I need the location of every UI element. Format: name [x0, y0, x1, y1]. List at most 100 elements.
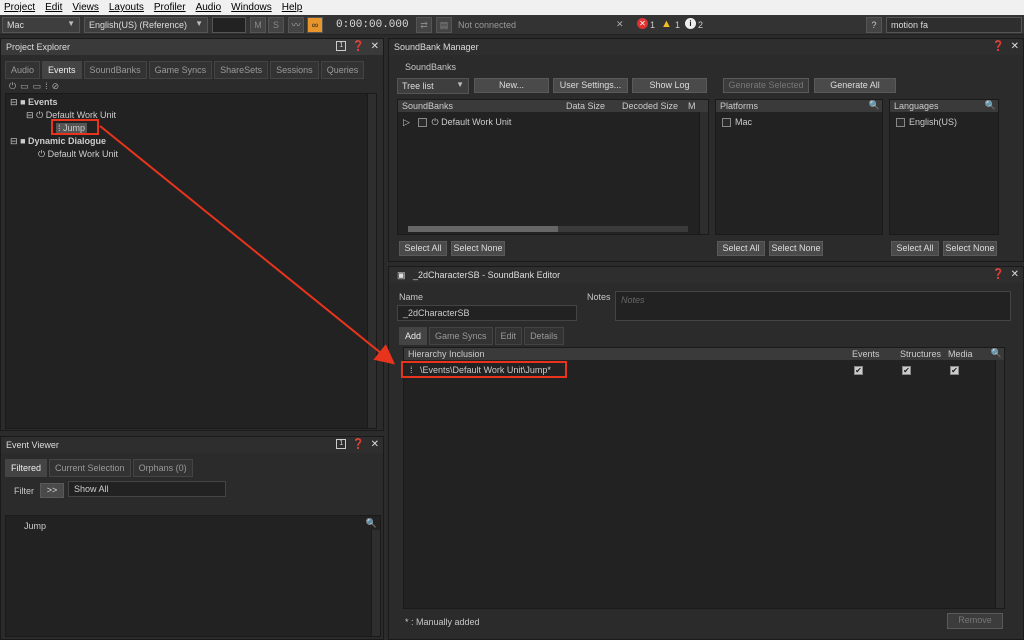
- col-soundbanks[interactable]: SoundBanks: [402, 101, 453, 111]
- scrollbar[interactable]: [995, 360, 1004, 608]
- languages-select-all-button[interactable]: Select All: [891, 241, 939, 256]
- tree-row-events[interactable]: ⊟ ■ Events: [10, 97, 58, 108]
- tab-audio[interactable]: Audio: [5, 61, 41, 79]
- collapse-icon[interactable]: ⊟: [26, 110, 34, 120]
- help-icon[interactable]: ❓: [352, 439, 364, 450]
- search-input[interactable]: motion fa: [886, 17, 1022, 33]
- menu-help[interactable]: Help: [282, 2, 303, 13]
- menu-views[interactable]: Views: [72, 2, 99, 13]
- h-scrollbar[interactable]: [408, 226, 688, 232]
- close-icon[interactable]: ✕: [1011, 41, 1019, 52]
- select-all-button[interactable]: Select All: [399, 241, 447, 256]
- folder-add-icon[interactable]: ▭: [33, 81, 42, 92]
- filter-select[interactable]: Show All: [68, 481, 226, 497]
- tree-row-work-unit-2[interactable]: ⏻ Default Work Unit: [38, 149, 118, 160]
- platforms-select-all-button[interactable]: Select All: [717, 241, 765, 256]
- delete-icon[interactable]: ⊘: [52, 81, 60, 92]
- language-select[interactable]: English(US) (Reference) ▼: [84, 17, 208, 33]
- close-icon[interactable]: ✕: [616, 19, 624, 30]
- search-icon[interactable]: 🔍: [366, 518, 377, 529]
- show-log-button[interactable]: Show Log: [632, 78, 707, 93]
- events-checkbox[interactable]: ✔: [854, 365, 867, 376]
- list-header[interactable]: Languages: [890, 100, 998, 112]
- info-icon[interactable]: i: [685, 18, 696, 29]
- filter-button[interactable]: >>: [40, 483, 64, 498]
- col-structures[interactable]: Structures: [900, 349, 941, 359]
- power-icon[interactable]: ⏻: [9, 81, 16, 92]
- menu-project[interactable]: Project: [4, 2, 35, 13]
- event-icon[interactable]: ⁞: [45, 81, 48, 92]
- tab-game-syncs[interactable]: Game Syncs: [148, 61, 213, 79]
- new-button[interactable]: New...: [474, 78, 549, 93]
- tab-events[interactable]: Events: [42, 61, 82, 79]
- tab-soundbanks[interactable]: SoundBanks: [83, 61, 147, 79]
- connect-icon[interactable]: ⇄: [416, 17, 432, 33]
- language-row[interactable]: English(US): [896, 117, 957, 128]
- error-icon[interactable]: ✕: [637, 18, 648, 29]
- search-icon[interactable]: 🔍: [869, 100, 880, 111]
- event-item-jump[interactable]: Jump: [24, 521, 46, 531]
- remove-button[interactable]: Remove: [947, 613, 1003, 629]
- col-media[interactable]: Media: [948, 349, 973, 359]
- help-icon[interactable]: ❓: [992, 269, 1004, 280]
- media-checkbox[interactable]: ✔: [950, 365, 963, 376]
- platform-select[interactable]: Mac ▼: [2, 17, 80, 33]
- list-header[interactable]: Platforms: [716, 100, 882, 112]
- col-m[interactable]: M: [688, 101, 696, 111]
- help-icon[interactable]: ❓: [352, 41, 364, 52]
- tab-edit[interactable]: Edit: [494, 327, 523, 345]
- languages-select-none-button[interactable]: Select None: [943, 241, 997, 256]
- help-icon[interactable]: ❓: [992, 41, 1004, 52]
- tab-filtered[interactable]: Filtered: [5, 459, 48, 477]
- col-decoded-size[interactable]: Decoded Size: [622, 101, 678, 111]
- close-icon[interactable]: ✕: [1011, 269, 1019, 280]
- tab-orphans[interactable]: Orphans (0): [132, 459, 193, 477]
- soundbank-row[interactable]: ▷ ⏻ Default Work Unit: [403, 117, 511, 128]
- menu-windows[interactable]: Windows: [231, 2, 272, 13]
- tab-details[interactable]: Details: [524, 327, 564, 345]
- graph-icon[interactable]: 〰: [288, 17, 304, 33]
- close-icon[interactable]: ✕: [371, 439, 379, 450]
- user-settings-button[interactable]: User Settings...: [553, 78, 628, 93]
- search-icon[interactable]: 🔍: [985, 100, 996, 111]
- close-icon[interactable]: ✕: [371, 41, 379, 52]
- h-scroll-thumb[interactable]: [408, 226, 558, 232]
- tab-sessions[interactable]: Sessions: [270, 61, 319, 79]
- view-select[interactable]: Tree list ▼: [397, 78, 469, 94]
- tab-queries[interactable]: Queries: [320, 61, 365, 79]
- expand-icon[interactable]: ▷: [403, 117, 410, 127]
- help-button[interactable]: ?: [866, 17, 882, 33]
- mute-button[interactable]: M: [250, 17, 266, 33]
- tree-row-dialogue[interactable]: ⊟ ■ Dynamic Dialogue: [10, 136, 106, 147]
- tab-current-selection[interactable]: Current Selection: [49, 459, 131, 477]
- tab-add[interactable]: Add: [399, 327, 428, 345]
- platform-row[interactable]: Mac: [722, 117, 752, 128]
- menu-profiler[interactable]: Profiler: [154, 2, 186, 13]
- notes-field[interactable]: Notes: [615, 291, 1011, 321]
- checkbox[interactable]: [722, 118, 731, 128]
- collapse-icon[interactable]: ⊟: [10, 136, 18, 146]
- generate-selected-button[interactable]: Generate Selected: [723, 78, 809, 93]
- structures-checkbox[interactable]: ✔: [902, 365, 915, 376]
- col-hierarchy[interactable]: Hierarchy Inclusion: [408, 349, 485, 359]
- pin-icon[interactable]: 1: [336, 41, 347, 51]
- folder-icon[interactable]: ▭: [20, 81, 29, 92]
- menu-audio[interactable]: Audio: [196, 2, 222, 13]
- name-field[interactable]: _2dCharacterSB: [397, 305, 577, 321]
- scrollbar[interactable]: [371, 530, 380, 636]
- link-icon[interactable]: ∞: [307, 17, 323, 33]
- menu-layouts[interactable]: Layouts: [109, 2, 144, 13]
- select-none-button[interactable]: Select None: [451, 241, 505, 256]
- pin-icon[interactable]: 1: [336, 439, 347, 449]
- collapse-icon[interactable]: ⊟: [10, 97, 18, 107]
- col-events[interactable]: Events: [852, 349, 880, 359]
- col-data-size[interactable]: Data Size: [566, 101, 605, 111]
- remote-icon[interactable]: ▤: [436, 17, 452, 33]
- checkbox[interactable]: [418, 118, 428, 128]
- generate-all-button[interactable]: Generate All: [814, 78, 896, 93]
- checkbox[interactable]: [896, 118, 905, 128]
- warning-icon[interactable]: ▲: [661, 18, 672, 30]
- tab-sharesets[interactable]: ShareSets: [214, 61, 269, 79]
- scrollbar[interactable]: [367, 94, 376, 428]
- solo-button[interactable]: S: [268, 17, 284, 33]
